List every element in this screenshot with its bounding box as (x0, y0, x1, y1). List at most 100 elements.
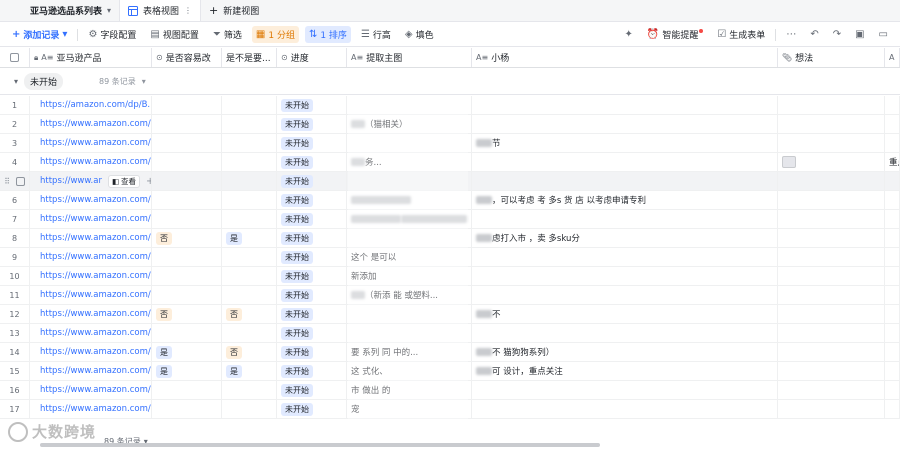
progress-cell[interactable]: 未开始 (277, 191, 347, 209)
row-height-button[interactable]: ☰ 行高 (357, 26, 395, 43)
table-row[interactable]: 3 https://www.amazon.com/... 未开始 节 (0, 134, 900, 153)
row-number-cell[interactable]: ⠿ (0, 172, 30, 190)
product-url-cell[interactable]: https://www.amazon.com/... (30, 134, 152, 152)
main-image-cell[interactable]: （新添 能 或塑料... (347, 286, 472, 304)
select-all-checkbox[interactable] (10, 53, 19, 62)
main-image-cell[interactable] (347, 191, 472, 209)
idea-cell[interactable] (778, 153, 885, 171)
main-image-cell[interactable] (347, 305, 472, 323)
idea-cell[interactable] (778, 115, 885, 133)
smart-remind-button[interactable]: ⏰ 智能提醒 (643, 26, 707, 43)
easy-change-cell[interactable] (152, 134, 222, 152)
column-header-extra[interactable]: A (885, 48, 900, 67)
xiaoyang-cell[interactable] (472, 153, 778, 171)
table-row[interactable]: 6 https://www.amazon.com/... 未开始 ，可以考虑 考 多s… (0, 191, 900, 210)
need-cell[interactable] (222, 191, 277, 209)
easy-change-cell[interactable] (152, 248, 222, 266)
product-url-cell[interactable]: https://www.amazon.com/... (30, 153, 152, 171)
main-image-cell[interactable]: 要 系列 同 中的... (347, 343, 472, 361)
group-header[interactable]: ▾ 未开始 89 条记录 ▾ (0, 69, 900, 95)
idea-cell[interactable] (778, 343, 885, 361)
xiaoyang-cell[interactable] (472, 172, 778, 190)
row-number-cell[interactable]: 7 (0, 210, 30, 228)
need-cell[interactable] (222, 210, 277, 228)
easy-change-cell[interactable] (152, 400, 222, 418)
tab-table-view[interactable]: 表格视图 ⋮ (119, 0, 202, 21)
product-url-cell[interactable]: https://www.amazon.com/... (30, 343, 152, 361)
product-url-cell[interactable]: https://www.amazon.com/... (30, 324, 152, 342)
progress-cell[interactable]: 未开始 (277, 210, 347, 228)
product-url-cell[interactable]: https://www.ar◧查看+ (30, 172, 152, 190)
main-image-cell[interactable]: （猫相关） (347, 115, 472, 133)
main-image-cell[interactable]: 这个 是可以 (347, 248, 472, 266)
view-record-button[interactable]: ◧ 查看 (107, 174, 141, 188)
fill-color-button[interactable]: ◈ 填色 (401, 26, 438, 43)
xiaoyang-cell[interactable]: 虑打入市 ，卖 多sku分 (472, 229, 778, 247)
table-row[interactable]: 4 https://www.amazon.com/... 未开始 务... 重点 (0, 153, 900, 172)
row-number-cell[interactable]: 12 (0, 305, 30, 323)
product-url-cell[interactable]: https://www.amazon.com/... (30, 286, 152, 304)
easy-change-cell[interactable]: 否 (152, 305, 222, 323)
easy-change-cell[interactable] (152, 115, 222, 133)
main-image-cell[interactable] (347, 134, 472, 152)
row-number-cell[interactable]: 17 (0, 400, 30, 418)
idea-cell[interactable] (778, 96, 885, 114)
product-url-cell[interactable]: https://www.amazon.com/... (30, 115, 152, 133)
need-cell[interactable] (222, 248, 277, 266)
need-cell[interactable]: 否 (222, 305, 277, 323)
row-number-cell[interactable]: 2 (0, 115, 30, 133)
need-cell[interactable] (222, 172, 277, 190)
progress-cell[interactable]: 未开始 (277, 267, 347, 285)
main-image-cell[interactable]: 宠 (347, 400, 472, 418)
xiaoyang-cell[interactable]: 不 (472, 305, 778, 323)
xiaoyang-cell[interactable] (472, 210, 778, 228)
sort-button[interactable]: ⇅ 1 排序 (304, 26, 351, 43)
row-number-cell[interactable]: 13 (0, 324, 30, 342)
table-row[interactable]: 8 https://www.amazon.com/... 否 是 未开始 虑打入市 ，卖 … (0, 229, 900, 248)
horizontal-scrollbar[interactable] (40, 443, 600, 447)
product-url-cell[interactable]: https://www.amazon.com/... (30, 381, 152, 399)
row-number-cell[interactable]: 10 (0, 267, 30, 285)
main-image-cell[interactable] (347, 172, 472, 190)
table-row[interactable]: 17 https://www.amazon.com/... 未开始 宠 (0, 400, 900, 419)
need-cell[interactable] (222, 400, 277, 418)
view-config-button[interactable]: ▤ 视图配置 (146, 26, 202, 43)
base-name-tab[interactable]: 亚马逊选品系列表 ▾ (0, 0, 119, 21)
need-cell[interactable]: 是 (222, 229, 277, 247)
idea-cell[interactable] (778, 248, 885, 266)
easy-change-cell[interactable]: 否 (152, 229, 222, 247)
table-row[interactable]: 9 https://www.amazon.com/... 未开始 这个 是可以 (0, 248, 900, 267)
easy-change-cell[interactable] (152, 153, 222, 171)
need-cell[interactable]: 否 (222, 343, 277, 361)
xiaoyang-cell[interactable]: 节 (472, 134, 778, 152)
product-url-cell[interactable]: https://www.amazon.com/... (30, 191, 152, 209)
filter-button[interactable]: ⏷ 筛选 (209, 26, 246, 43)
easy-change-cell[interactable] (152, 210, 222, 228)
extra-cell[interactable] (885, 248, 900, 266)
need-cell[interactable]: 是 (222, 362, 277, 380)
main-image-cell[interactable] (347, 210, 472, 228)
row-number-cell[interactable]: 11 (0, 286, 30, 304)
xiaoyang-cell[interactable] (472, 115, 778, 133)
drag-handle-icon[interactable]: ⠿ (4, 177, 10, 186)
more-vertical-icon[interactable]: ⋮ (184, 6, 192, 15)
easy-change-cell[interactable] (152, 191, 222, 209)
product-url-cell[interactable]: https://www.amazon.com/... (30, 305, 152, 323)
need-cell[interactable] (222, 96, 277, 114)
row-number-cell[interactable]: 16 (0, 381, 30, 399)
attachment-thumbnail[interactable] (782, 156, 796, 168)
table-row[interactable]: 7 https://www.amazon.com/... 未开始 (0, 210, 900, 229)
idea-cell[interactable] (778, 362, 885, 380)
progress-cell[interactable]: 未开始 (277, 343, 347, 361)
progress-cell[interactable]: 未开始 (277, 172, 347, 190)
table-row[interactable]: 10 https://www.amazon.com/... 未开始 新添加 (0, 267, 900, 286)
extra-cell[interactable] (885, 362, 900, 380)
xiaoyang-cell[interactable] (472, 400, 778, 418)
extra-cell[interactable] (885, 172, 900, 190)
idea-cell[interactable] (778, 172, 885, 190)
need-cell[interactable] (222, 134, 277, 152)
idea-cell[interactable] (778, 267, 885, 285)
select-all-cell[interactable] (0, 48, 30, 67)
xiaoyang-cell[interactable] (472, 96, 778, 114)
product-url-cell[interactable]: https://www.amazon.com/... (30, 267, 152, 285)
